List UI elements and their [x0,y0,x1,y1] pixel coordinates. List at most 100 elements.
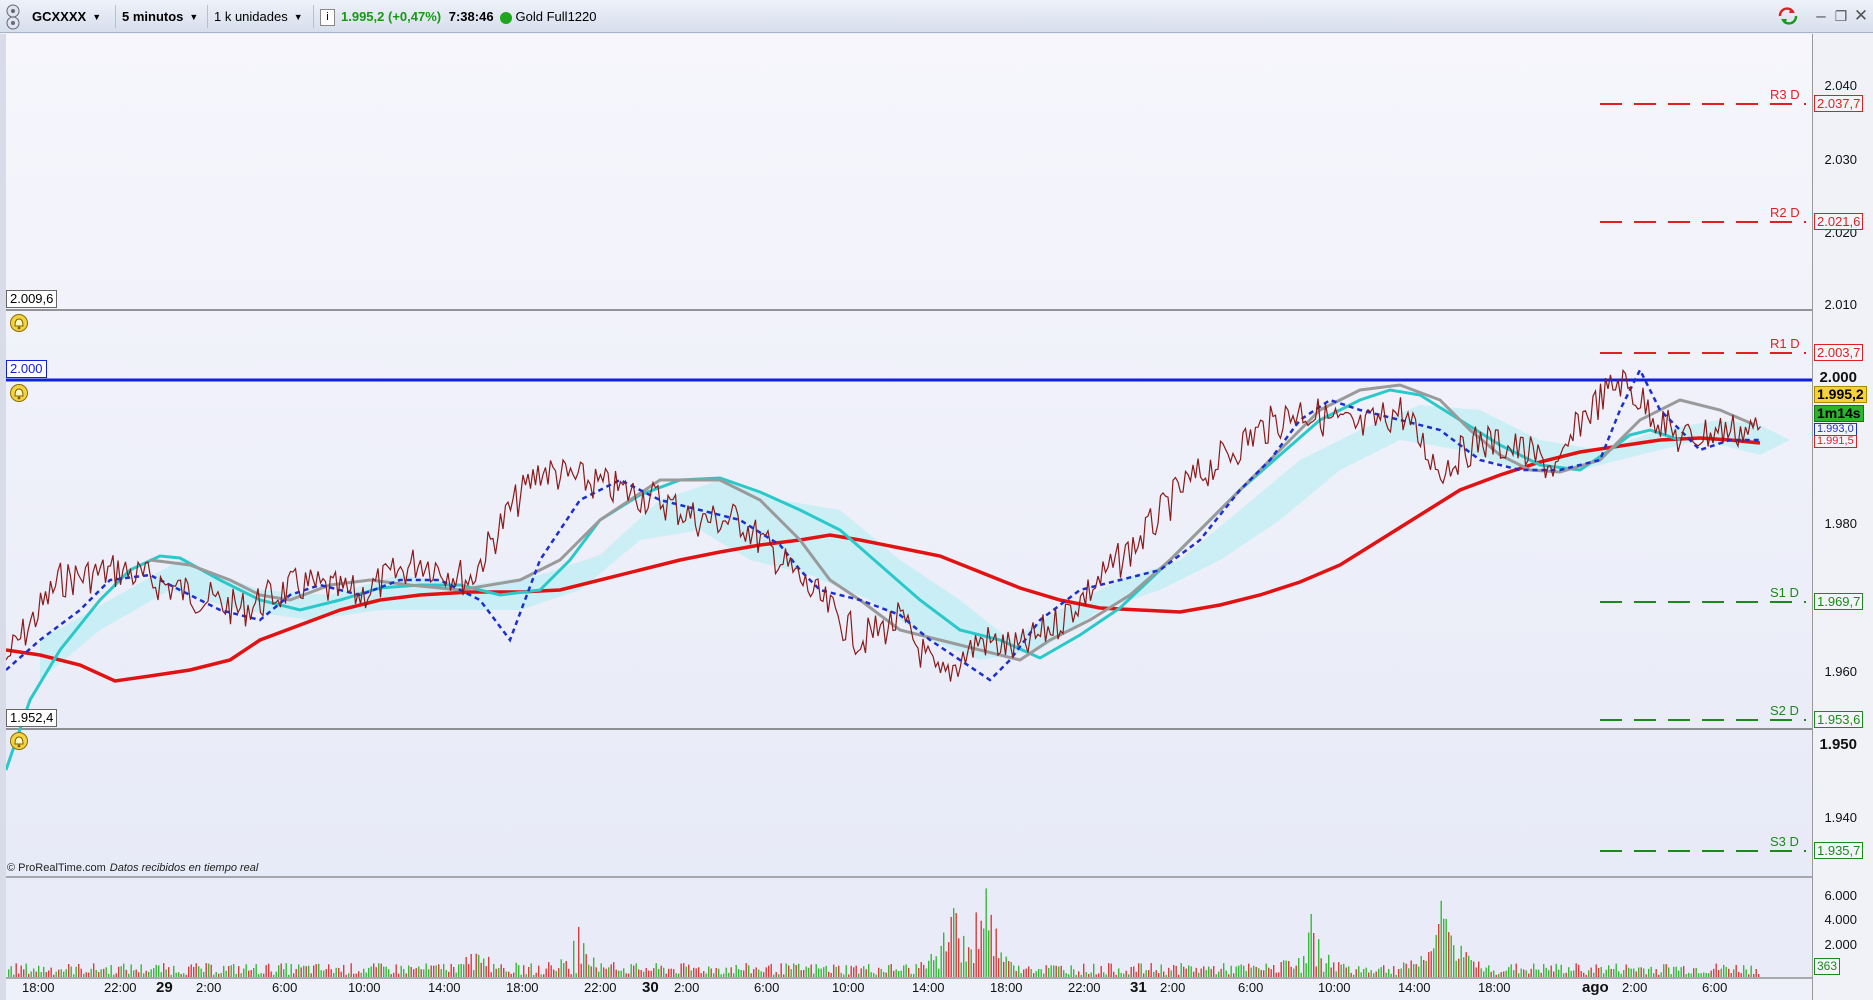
volume-bar [18,973,20,977]
volume-bar [1380,967,1382,977]
volume-bar [1180,963,1182,977]
close-icon[interactable]: ✕ [1852,6,1870,26]
volume-bar [300,967,302,977]
volume-bar [1073,969,1075,977]
alarm-bell-icon[interactable] [10,314,28,332]
volume-bar [330,969,332,977]
volume-bar [1025,968,1027,977]
volume-bar [658,968,660,977]
volume-bar [45,972,47,977]
volume-bar [1338,962,1340,977]
minimize-icon[interactable]: – [1812,6,1830,26]
volume-bar [720,974,722,977]
volume-bar [553,969,555,977]
volume-bar [1645,974,1647,977]
volume-bar [495,968,497,977]
volume-bar [950,916,952,977]
volume-bar [813,973,815,977]
volume-bar [505,971,507,977]
volume-bar [920,962,922,977]
volume-bar [790,969,792,977]
volume-bar [795,965,797,977]
volume-bar [1750,965,1752,977]
volume-bar [998,958,1000,977]
s3-value-tag: 1.935,7 [1814,842,1864,859]
sync-icon[interactable] [1776,6,1800,26]
volume-bar [1088,973,1090,977]
volume-bar [1188,965,1190,977]
volume-bar [698,967,700,977]
volume-bar [8,969,10,977]
volume-bar [718,968,720,977]
volume-bar [1405,963,1407,977]
volume-bar [245,964,247,977]
volume-bar [393,972,395,977]
volume-bar [615,969,617,977]
handle-icon[interactable] [3,3,23,30]
volume-bar [603,967,605,977]
volume-bar [463,964,465,977]
volume-bar [640,970,642,977]
alarm-low-label[interactable]: 1.952,4 [6,709,58,727]
volume-bar [678,973,680,977]
alarm-bell-icon[interactable] [10,732,28,750]
volume-bar [905,964,907,977]
instrument-selector[interactable]: GCXXXX ▼ [26,5,116,28]
volume-bar [225,970,227,977]
volume-bar [535,972,537,977]
alarm-bell-icon[interactable] [10,384,28,402]
volume-bar [23,969,25,977]
volume-bar [1403,962,1405,977]
alarm-high-label[interactable]: 2.009,6 [6,290,58,308]
volume-bar [1103,972,1105,977]
timeframe-selector[interactable]: 5 minutos ▼ [116,5,208,28]
volume-bar [878,967,880,977]
volume-bar [180,974,182,977]
volume-bar [373,963,375,977]
dropdown-icon: ▼ [293,12,303,23]
volume-bar [1543,964,1545,977]
volume-bar [875,974,877,977]
volume-bar [368,967,370,977]
volume-bar [630,964,632,977]
volume-bar [890,964,892,977]
volume-bar [1745,969,1747,977]
units-selector[interactable]: 1 k unidades ▼ [208,5,314,28]
volume-bar [650,970,652,977]
volume-bar [1535,969,1537,977]
restore-icon[interactable]: ❐ [1832,6,1850,26]
volume-bar [708,966,710,977]
volume-bar [210,964,212,977]
dropdown-icon: ▼ [92,12,102,23]
volume-bar [918,968,920,977]
volume-bar [1053,965,1055,977]
volume-bar [683,963,685,977]
volume-bar [725,967,727,977]
time-tick: 18:00 [506,980,539,995]
volume-bar [765,967,767,977]
volume-bar [563,963,565,977]
volume-bar [593,957,595,977]
info-icon[interactable]: i [320,9,335,27]
volume-bar [993,956,995,977]
s2-label: S2 D [1770,703,1799,718]
volume-bar [1300,972,1302,977]
volume-bar [1715,963,1717,977]
volume-bar [900,970,902,977]
volume-bar [1398,969,1400,977]
volume-bar [150,969,152,977]
volume-bar [660,965,662,977]
volume-bar [503,968,505,977]
alarm-2000-label[interactable]: 2.000 [6,360,47,378]
volume-bar [1598,968,1600,977]
volume-bar [1268,967,1270,977]
price-chart[interactable] [6,34,1812,1000]
volume-bar [1375,971,1377,977]
volume-bar [1698,973,1700,977]
volume-bar [1183,966,1185,977]
volume-bar [440,969,442,977]
volume-bar [140,964,142,977]
volume-bar [873,973,875,977]
volume-bar [638,969,640,977]
volume-bar [1323,971,1325,977]
